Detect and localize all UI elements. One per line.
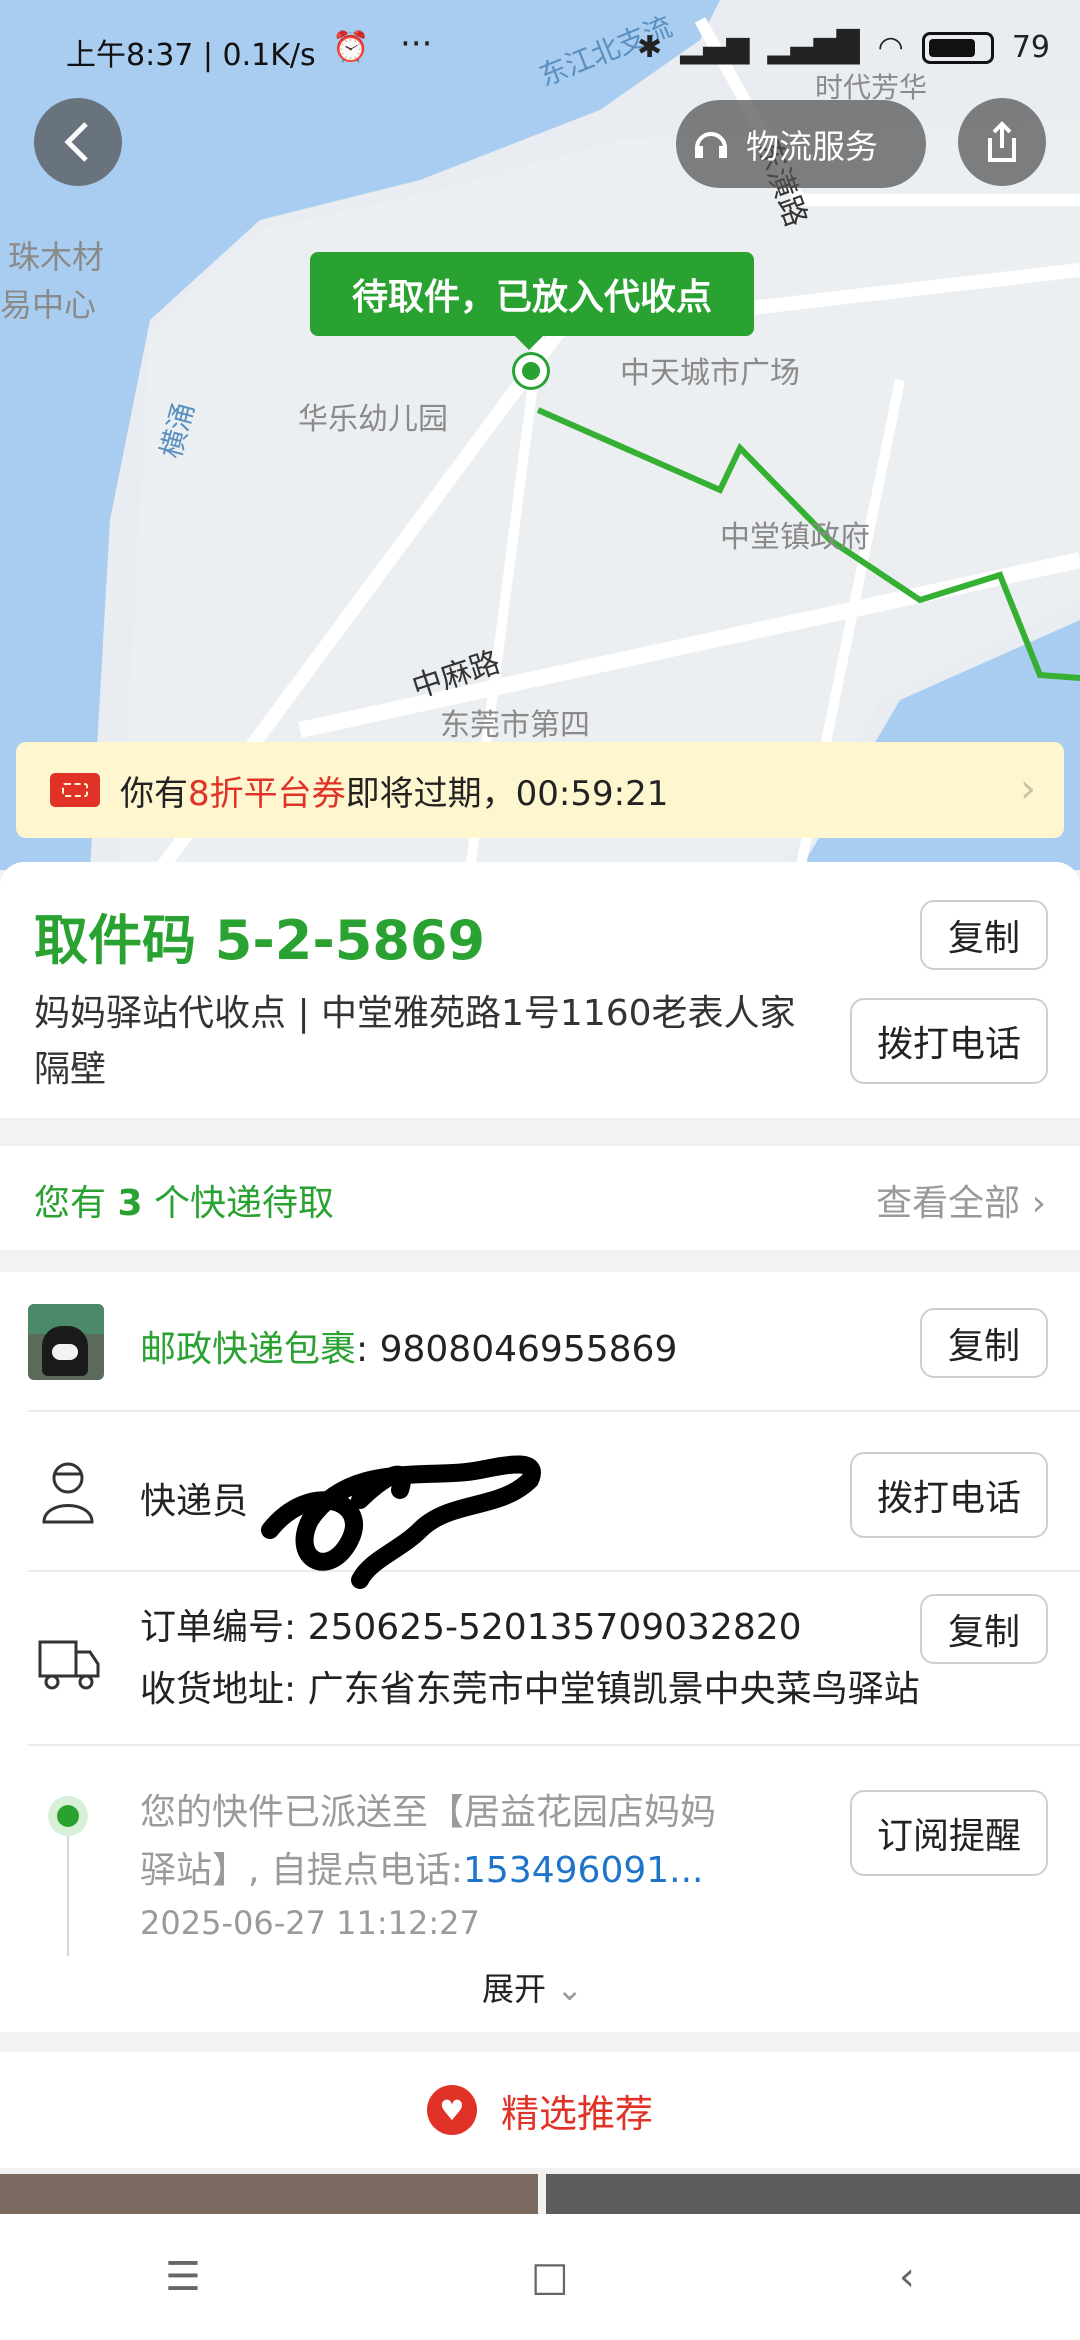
divider	[28, 1744, 1080, 1746]
map-label: 珠木材	[8, 238, 105, 276]
logistics-service-button[interactable]: 物流服务	[676, 100, 926, 188]
copy-order-button[interactable]: 复制	[920, 1594, 1048, 1664]
share-icon	[988, 121, 1016, 162]
timeline-line	[67, 1836, 69, 1956]
back-icon[interactable]: ‹	[899, 2254, 915, 2300]
recommend-title: 精选推荐	[500, 2091, 653, 2136]
signal-hd-icon: ▂▄▆█	[767, 30, 860, 65]
chevron-right-icon: ›	[1020, 766, 1036, 812]
timeline-dot-icon	[48, 1796, 88, 1836]
status-bar: 上午8:37 | 0.1K/s ⏰ ··· ✱ ▂▄▆ ▂▄▆█ ◠ 79	[0, 0, 1080, 90]
divider	[28, 1570, 1080, 1572]
package-thumbnail	[28, 1304, 104, 1380]
tracking-number: : 9808046955869	[356, 1329, 678, 1370]
map-label: 华乐幼儿园	[298, 402, 448, 437]
timeline-line-2: 驿站】, 自提点电话:	[140, 1850, 464, 1891]
pickup-card: 取件码 5-2-5869 复制 妈妈驿站代收点 | 中堂雅苑路1号1160老表人…	[0, 862, 1080, 1118]
recommend-photo[interactable]	[546, 2174, 1080, 2214]
battery-level: 79	[1011, 30, 1050, 65]
carrier-name: 邮政快递包裹	[140, 1329, 357, 1370]
status-bubble: 待取件，已放入代收点	[310, 252, 754, 350]
recommend-header[interactable]: ♥ 精选推荐	[0, 2052, 1080, 2168]
view-all-link[interactable]: 查看全部 ›	[876, 1174, 1046, 1226]
expand-label: 展开	[482, 1970, 547, 2008]
pickup-address: 妈妈驿站代收点 | 中堂雅苑路1号1160老表人家隔壁	[34, 993, 796, 1090]
chevron-left-icon	[64, 122, 88, 162]
redaction-scribble	[261, 1455, 541, 1589]
pending-prefix: 您有	[34, 1183, 118, 1224]
map-label: 易中心	[0, 286, 97, 324]
back-button[interactable]	[34, 98, 122, 186]
pickup-code: 取件码 5-2-5869	[34, 909, 486, 972]
package-card: 邮政快递包裹: 9808046955869 复制 快递员 拨打电话 订单编号: …	[0, 1272, 1080, 2032]
alarm-icon: ⏰	[332, 30, 370, 65]
coupon-highlight: 8折平台券	[188, 773, 346, 814]
courier-icon	[38, 1456, 98, 1530]
chevron-down-icon: ⌄	[556, 1970, 583, 2008]
coupon-prefix: 你有	[120, 773, 188, 814]
home-icon[interactable]: □	[531, 2254, 569, 2300]
system-nav-bar: ☰ □ ‹	[0, 2214, 1080, 2340]
pending-row[interactable]: 您有 3 个快递待取 查看全部 ›	[0, 1146, 1080, 1250]
tracking-row: 邮政快递包裹: 9808046955869	[140, 1320, 677, 1372]
logistics-service-label: 物流服务	[746, 127, 878, 166]
status-time: 上午8:37 | 0.1K/s	[66, 38, 316, 73]
timeline-text: 您的快件已派送至【居益花园店妈妈 驿站】, 自提点电话:153496091...	[140, 1784, 780, 1900]
pending-count: 3	[117, 1183, 143, 1224]
station-phone-link[interactable]: 153496091...	[463, 1850, 703, 1891]
courier-label: 快递员	[140, 1481, 249, 1522]
copy-code-button[interactable]: 复制	[920, 900, 1048, 970]
wifi-icon: ◠	[877, 30, 904, 65]
coupon-banner[interactable]: 你有8折平台券即将过期，00:59:21 ›	[16, 742, 1064, 838]
view-all-label: 查看全部	[876, 1183, 1021, 1224]
pending-text: 您有 3 个快递待取	[34, 1174, 334, 1226]
timeline-line-1: 您的快件已派送至【居益花园店妈妈	[140, 1792, 717, 1833]
copy-tracking-button[interactable]: 复制	[920, 1308, 1048, 1378]
map-label: 中堂镇政府	[720, 520, 870, 555]
timeline-time: 2025-06-27 11:12:27	[140, 1904, 480, 1942]
divider	[28, 1410, 1080, 1412]
subscribe-button[interactable]: 订阅提醒	[850, 1790, 1048, 1876]
share-button[interactable]	[958, 98, 1046, 186]
recommend-photo[interactable]	[0, 2174, 538, 2214]
map-label: 东莞市第四	[440, 708, 590, 743]
recommend-photos	[0, 2174, 1080, 2214]
call-courier-button[interactable]: 拨打电话	[850, 1452, 1048, 1538]
ticket-icon	[50, 773, 100, 807]
battery-icon	[921, 31, 994, 64]
truck-icon	[36, 1634, 102, 1698]
menu-icon[interactable]: ☰	[165, 2254, 201, 2300]
call-station-button[interactable]: 拨打电话	[850, 998, 1048, 1084]
bluetooth-icon: ✱	[636, 30, 663, 65]
expand-button[interactable]: 展开 ⌄	[482, 1964, 583, 2010]
coupon-suffix: 即将过期，00:59:21	[345, 773, 669, 814]
pending-suffix: 个快递待取	[142, 1183, 334, 1224]
signal-icon: ▂▄▆	[680, 30, 750, 65]
order-number: 订单编号: 250625-520135709032820	[140, 1607, 802, 1648]
headset-icon	[676, 124, 746, 164]
more-icon: ···	[400, 24, 433, 64]
coupon-text: 你有8折平台券即将过期，00:59:21	[120, 766, 668, 815]
ship-address: 收货地址: 广东省东莞市中堂镇凯景中央菜鸟驿站	[140, 1669, 920, 1710]
map-label: 中天城市广场	[620, 356, 800, 391]
location-pin-icon	[512, 352, 550, 390]
chevron-right-icon: ›	[1031, 1183, 1046, 1224]
heart-icon: ♥	[426, 2085, 477, 2135]
